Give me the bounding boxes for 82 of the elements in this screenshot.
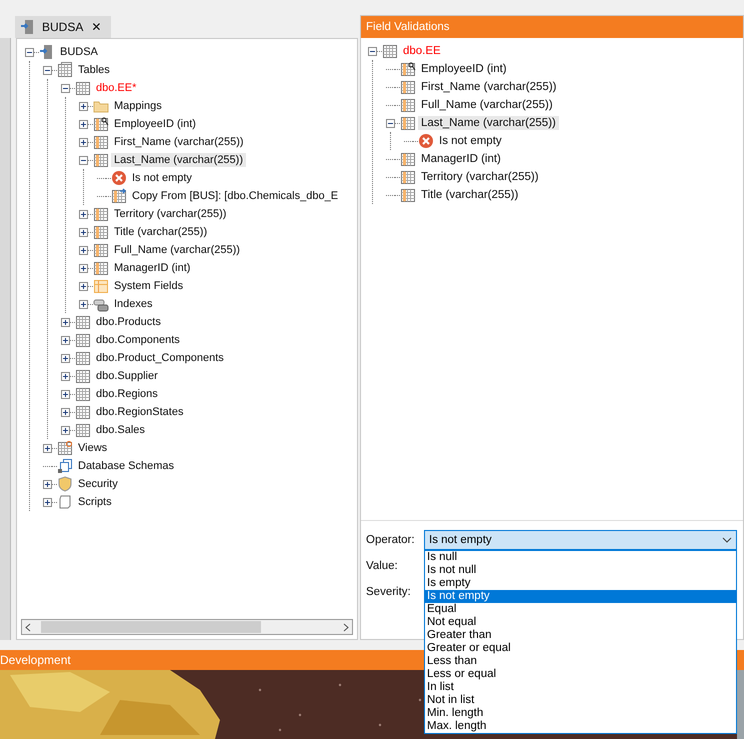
collapse-toggle[interactable] [79,156,88,164]
expand-toggle[interactable] [79,300,88,308]
tree-item[interactable]: Last_Name (varchar(255)) [111,153,246,167]
tree-item[interactable]: dbo.EE [400,44,444,58]
tree-item[interactable]: dbo.Supplier [93,369,161,383]
collapse-toggle[interactable] [25,48,34,56]
connection-icon [39,44,55,60]
tree-item[interactable]: Territory (varchar(255)) [111,207,230,221]
collapse-toggle[interactable] [43,66,52,74]
chevron-down-icon [722,537,732,543]
expand-toggle[interactable] [79,228,88,236]
expand-toggle[interactable] [43,480,52,488]
tab-title: BUDSA [42,20,84,34]
schemas-icon [57,458,73,474]
system-fields-icon [93,278,109,294]
expand-toggle[interactable] [61,354,70,362]
expand-toggle[interactable] [61,390,70,398]
expand-toggle[interactable] [61,408,70,416]
expand-toggle[interactable] [79,138,88,146]
tree-item[interactable]: Scripts [75,495,115,509]
close-button[interactable]: ✕ [89,20,104,34]
tree-item[interactable]: Database Schemas [75,459,177,473]
expand-toggle[interactable] [79,264,88,272]
tree-item[interactable]: Security [75,477,121,491]
tree-item[interactable]: Full_Name (varchar(255)) [418,98,556,112]
expand-toggle[interactable] [43,498,52,506]
tree-item[interactable]: ManagerID (int) [111,261,194,275]
tree-item[interactable]: dbo.Components [93,333,183,347]
tree-item[interactable]: Tables [75,63,113,77]
expand-toggle[interactable] [61,336,70,344]
collapse-toggle[interactable] [368,46,377,56]
tree-item[interactable]: First_Name (varchar(255)) [418,80,560,94]
operator-dropdown[interactable]: Is not empty [424,530,737,550]
tree-item[interactable]: dbo.Product_Components [93,351,227,365]
tree-item[interactable]: First_Name (varchar(255)) [111,135,247,149]
tree-item[interactable]: ManagerID (int) [418,152,504,166]
tree-item[interactable]: Full_Name (varchar(255)) [111,243,243,257]
field-label: Value: [366,560,399,572]
tree-item[interactable]: dbo.Products [93,315,164,329]
shield-icon [57,476,73,492]
collapse-toggle[interactable] [386,118,395,128]
tree-item[interactable]: Indexes [111,297,156,311]
expand-toggle[interactable] [79,282,88,290]
tree-item[interactable]: Title (varchar(255)) [418,188,522,202]
document-tab[interactable]: BUDSA ✕ [15,16,112,38]
tree-item[interactable]: Is not empty [436,134,505,148]
expand-toggle[interactable] [79,120,88,128]
tree-item[interactable]: dbo.Regions [93,387,161,401]
tree-item[interactable]: EmployeeID (int) [111,117,199,131]
scripts-icon [57,494,73,510]
scroll-left-icon[interactable] [25,622,31,632]
panel-header: Field Validations [361,16,743,38]
expand-toggle[interactable] [79,210,88,218]
tree-item[interactable]: Views [75,441,110,455]
tree-item[interactable]: Title (varchar(255)) [111,225,210,239]
tree-item[interactable]: EmployeeID (int) [418,62,510,76]
expand-toggle[interactable] [61,426,70,434]
tree-item[interactable]: Territory (varchar(255)) [418,170,542,184]
expand-toggle[interactable] [79,102,88,110]
scroll-right-icon[interactable] [343,622,349,632]
expand-toggle[interactable] [61,372,70,380]
tree-item[interactable]: Mappings [111,99,165,113]
tree-item[interactable]: BUDSA [57,45,101,59]
expand-toggle[interactable] [61,318,70,326]
tree-item[interactable]: dbo.EE* [93,81,140,95]
tree-item[interactable]: Copy From [BUS]: [dbo.Chemicals_dbo_E [129,189,342,203]
error-icon [418,133,434,149]
collapse-toggle[interactable] [61,84,70,92]
horizontal-scrollbar[interactable] [21,619,353,635]
expand-toggle[interactable] [79,246,88,254]
field-label: Severity: [366,586,412,598]
tree-item[interactable]: System Fields [111,279,186,293]
vertical-scrollbar[interactable] [0,38,11,640]
error-icon [111,170,127,186]
expand-toggle[interactable] [43,444,52,452]
tree-item[interactable]: dbo.RegionStates [93,405,186,419]
connection-icon [20,19,36,35]
tree-item[interactable]: dbo.Sales [93,423,148,437]
tree-item[interactable]: Last_Name (varchar(255)) [418,116,559,130]
field-label: Operator: [366,534,416,546]
tree-item[interactable]: Is not empty [129,171,195,185]
dropdown-option[interactable]: Is not empty [425,590,736,603]
